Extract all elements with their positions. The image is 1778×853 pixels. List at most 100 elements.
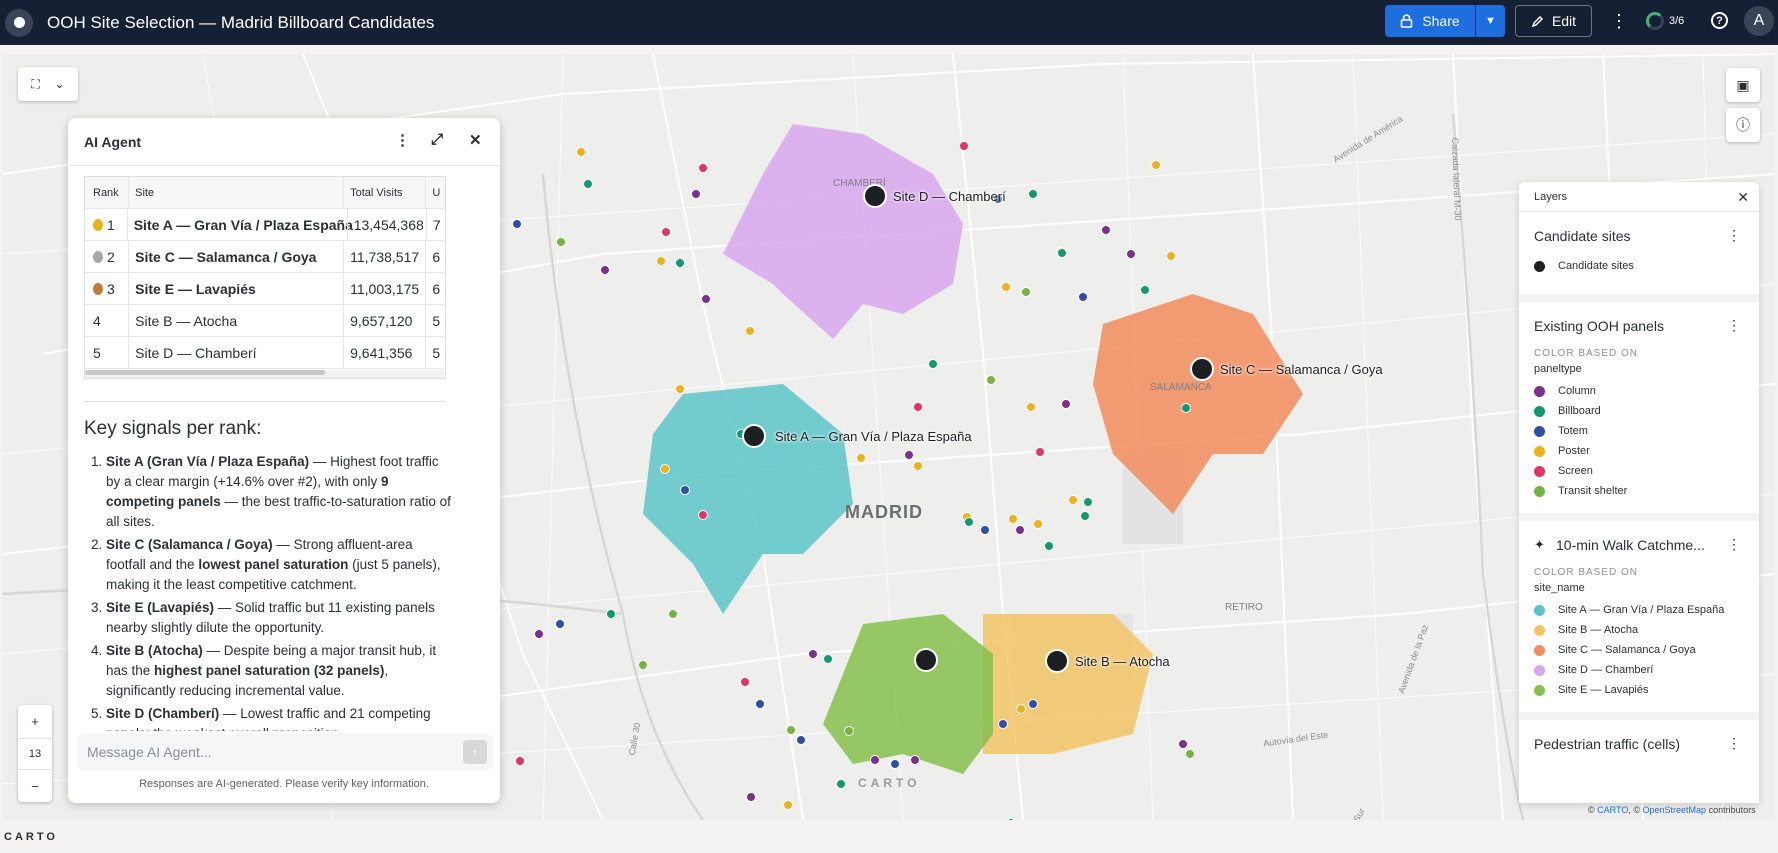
color-based-on-label: COLOR BASED ON: [1534, 348, 1639, 359]
column-header: Total Visits: [343, 177, 425, 208]
site-label: Site A — Gran Vía / Plaza España: [775, 429, 972, 444]
legend-swatch: [1534, 445, 1545, 457]
layer-section[interactable]: Candidate sites ⋮ Candidate sites: [1519, 212, 1759, 302]
panel-point: [980, 525, 990, 535]
avatar[interactable]: A: [1744, 6, 1774, 36]
rank-value: 5: [93, 344, 101, 361]
close-icon[interactable]: ✕: [469, 131, 482, 149]
layer-options-icon[interactable]: ⋮: [1727, 317, 1741, 334]
layer-section[interactable]: ✦ 10-min Walk Catchme... ⋮ COLOR BASED ON si…: [1519, 521, 1759, 720]
layer-options-icon[interactable]: ⋮: [1727, 735, 1741, 752]
legend-swatch: [1534, 465, 1545, 477]
help-icon[interactable]: ?: [1711, 12, 1728, 29]
lock-icon: [1401, 14, 1413, 28]
toggle-panel-button[interactable]: ▣: [1726, 68, 1760, 102]
app-logo-icon[interactable]: [5, 8, 33, 37]
share-options-button[interactable]: ▼: [1476, 5, 1505, 37]
site-marker[interactable]: [863, 184, 887, 208]
ai-disclaimer: Responses are AI-generated. Please verif…: [139, 778, 429, 790]
legend-label: Site E — Lavapiés: [1558, 684, 1649, 696]
legend-swatch: [1534, 604, 1545, 616]
attrib-prefix: ©: [1588, 805, 1595, 815]
legend-item: Poster: [1534, 441, 1744, 461]
legend-item: Billboard: [1534, 401, 1744, 421]
panel-point: [913, 461, 923, 471]
signal-emphasis: highest panel saturation (32 panels): [154, 663, 385, 678]
more-options-icon[interactable]: ⋮: [395, 131, 410, 149]
panel-point: [606, 609, 616, 619]
osm-link[interactable]: OpenStreetMap: [1643, 805, 1707, 815]
ai-agent-messages[interactable]: Rank Site Total Visits U 1 Site A — Gran …: [68, 166, 500, 731]
silver-medal-icon: [93, 250, 103, 263]
panel-point: [1101, 225, 1111, 235]
site-marker[interactable]: [742, 424, 766, 448]
legend-item: Screen: [1534, 461, 1744, 481]
panel-point: [1026, 402, 1036, 412]
site-marker[interactable]: [1190, 357, 1214, 381]
panel-point: [1061, 399, 1071, 409]
share-button[interactable]: Share: [1385, 5, 1475, 37]
panel-point: [656, 256, 666, 266]
table-row: 2 Site C — Salamanca / Goya 11,738,517 6: [85, 241, 445, 273]
panel-point: [1035, 447, 1045, 457]
legend-label: Candidate sites: [1558, 260, 1634, 272]
panel-point: [1185, 749, 1195, 759]
table-row: 5 Site D — Chamberí 9,641,356 5: [85, 337, 445, 369]
message-input[interactable]: Message AI Agent... ↑: [77, 734, 493, 770]
legend-item: Candidate sites: [1534, 256, 1744, 276]
bronze-medal-icon: [93, 282, 103, 295]
panel-point: [1028, 189, 1038, 199]
table-row: 3 Site E — Lavapiés 11,003,175 6: [85, 273, 445, 305]
site-marker[interactable]: [1045, 649, 1069, 673]
expand-icon[interactable]: ⤢: [431, 131, 443, 148]
table-row: 1 Site A — Gran Vía / Plaza España 13,454,…: [85, 209, 445, 241]
more-options-icon[interactable]: ⋮: [1610, 11, 1628, 31]
edit-button[interactable]: Edit: [1515, 5, 1592, 37]
progress-indicator[interactable]: 3/6: [1646, 12, 1684, 30]
panel-point: [1068, 495, 1078, 505]
panel-point: [796, 735, 806, 745]
layer-options-icon[interactable]: ⋮: [1727, 227, 1741, 244]
visits-cell: 9,657,120: [343, 305, 425, 336]
signal-item: Site B (Atocha) — Despite being a major …: [106, 641, 454, 701]
carto-link[interactable]: CARTO: [1597, 805, 1628, 815]
panel-point: [698, 510, 708, 520]
signal-item: Site E (Lavapiés) — Solid traffic but 11…: [106, 598, 454, 638]
layer-section[interactable]: Existing OOH panels ⋮ COLOR BASED ON panelt…: [1519, 302, 1759, 521]
draw-tool-button[interactable]: ⛶ ⌄: [18, 67, 78, 101]
rank-cell: 5: [85, 345, 128, 361]
table-row: 4 Site B — Atocha 9,657,120 5: [85, 305, 445, 337]
truncated-cell: 6: [425, 273, 445, 304]
info-button[interactable]: ⓘ: [1726, 108, 1760, 142]
progress-ring-icon: [1646, 12, 1664, 30]
legend-item: Site D — Chamberí: [1534, 660, 1744, 680]
top-bar: OOH Site Selection — Madrid Billboard Ca…: [0, 0, 1778, 45]
signal-item: Site A (Gran Vía / Plaza España) — Highe…: [106, 452, 454, 532]
layer-title: 10-min Walk Catchme...: [1556, 537, 1705, 553]
panel-point: [534, 629, 544, 639]
panel-point: [698, 163, 708, 173]
panel-point: [844, 726, 854, 736]
ai-agent-header: AI Agent ⋮ ⤢ ✕: [68, 118, 500, 166]
rank-cell: 3: [85, 281, 128, 297]
site-cell: Site B — Atocha: [128, 305, 343, 336]
close-icon[interactable]: ✕: [1737, 189, 1749, 206]
panel-point: [512, 219, 522, 229]
zoom-out-button[interactable]: −: [18, 770, 52, 802]
panel-point: [661, 227, 671, 237]
panel-point: [1151, 160, 1161, 170]
panel-point: [856, 453, 866, 463]
panel-point: [1021, 287, 1031, 297]
site-cell: Site A — Gran Vía / Plaza España: [126, 209, 353, 240]
layer-options-icon[interactable]: ⋮: [1727, 536, 1741, 553]
rank-value: 2: [107, 248, 115, 265]
layer-section[interactable]: Pedestrian traffic (cells) ⋮: [1519, 720, 1759, 764]
panel-point: [1140, 285, 1150, 295]
rank-value: 4: [93, 312, 101, 329]
message-placeholder: Message AI Agent...: [87, 744, 212, 760]
send-button[interactable]: ↑: [463, 740, 487, 764]
site-marker[interactable]: [914, 648, 938, 672]
color-field-name: paneltype: [1534, 363, 1582, 375]
table-scrollbar[interactable]: [85, 370, 445, 378]
zoom-in-button[interactable]: +: [18, 705, 52, 737]
